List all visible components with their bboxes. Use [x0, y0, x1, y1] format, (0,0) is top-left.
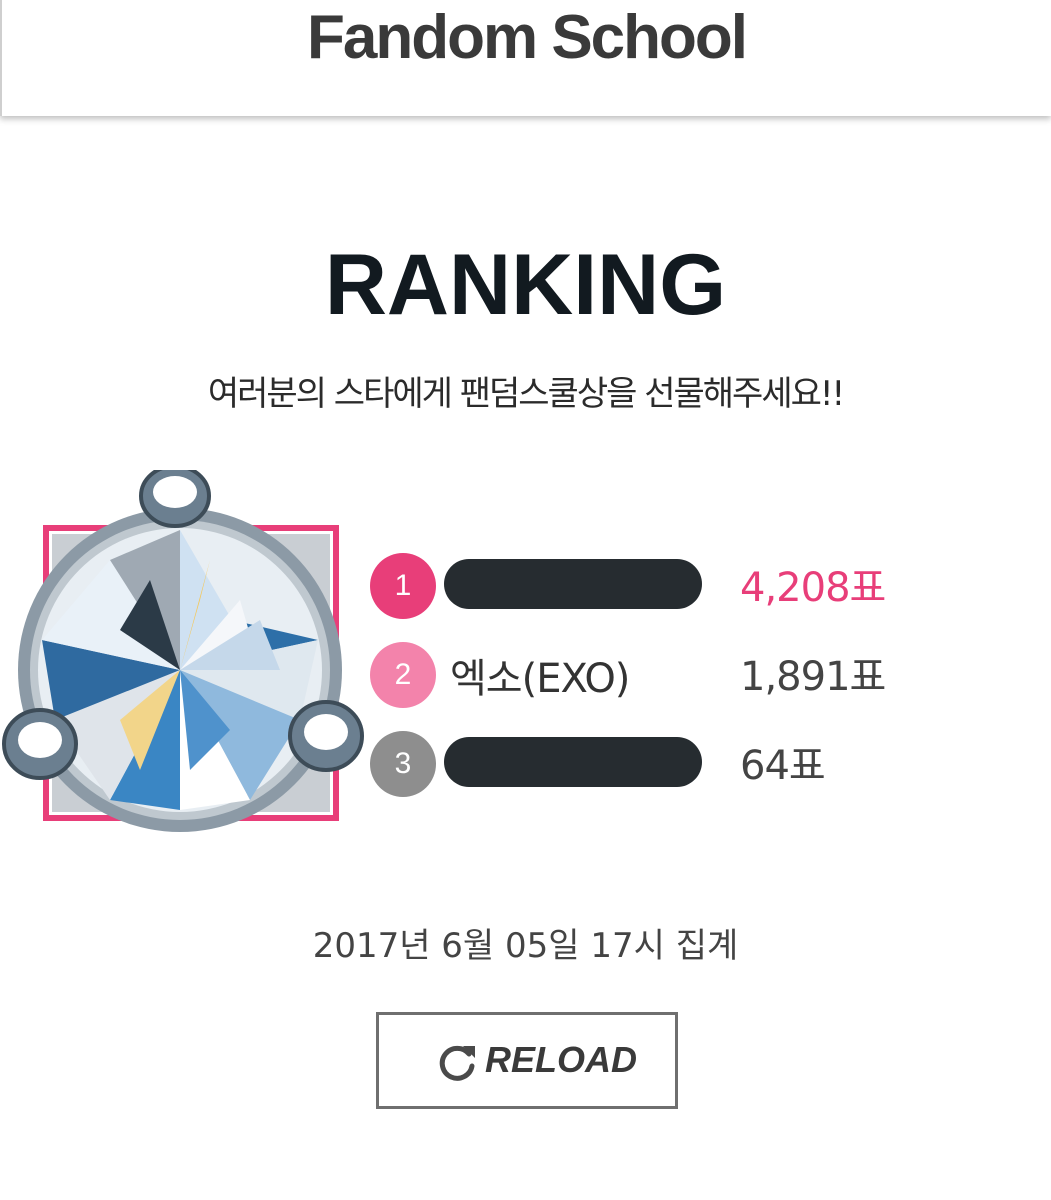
- reload-icon: [439, 1045, 475, 1081]
- ranking-row-2: 2 엑소(EXO) 1,891표: [370, 634, 930, 708]
- ranking-title: RANKING: [324, 237, 727, 333]
- app-title: Fandom School: [307, 3, 748, 72]
- rank-badge: 2: [370, 642, 436, 708]
- rank-name-redacted: [444, 559, 702, 609]
- award-image: [0, 464, 380, 840]
- ranking-row-3: 3 64표: [370, 723, 930, 797]
- reload-label: RELOAD: [485, 1039, 637, 1080]
- rank-badge: 3: [370, 731, 436, 797]
- page: Fandom School RANKING 여러분의 스타에게 팬덤스쿨상을 선…: [0, 0, 1051, 1200]
- reload-button[interactable]: RELOAD: [376, 1012, 678, 1109]
- rank-name-redacted: [444, 737, 702, 787]
- diamond-icon: [2, 464, 364, 832]
- app-header: Fandom School: [0, 0, 1051, 116]
- rank-name: 엑소(EXO): [450, 656, 630, 702]
- tally-timestamp: 2017년 6월 05일 17시 집계: [312, 926, 739, 966]
- rank-votes: 4,208표: [740, 565, 886, 611]
- rank-votes: 1,891표: [740, 654, 886, 700]
- ranking-row-1: 1 4,208표: [370, 545, 930, 619]
- rank-votes: 64표: [740, 743, 826, 789]
- rank-badge: 1: [370, 553, 436, 619]
- ranking-subtitle: 여러분의 스타에게 팬덤스쿨상을 선물해주세요!!: [207, 374, 845, 414]
